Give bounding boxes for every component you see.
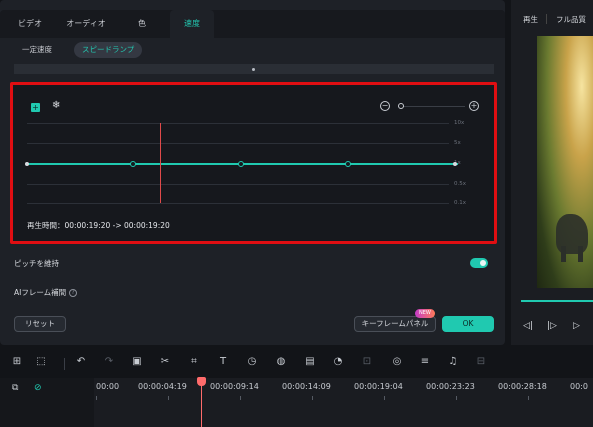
color-icon[interactable]: ◍ [274, 356, 288, 367]
track-manager-icon[interactable]: ⧉ [12, 383, 18, 393]
layout-icon[interactable]: ⊞ [10, 356, 24, 367]
cut-icon[interactable]: ✂ [158, 356, 172, 367]
gridline [27, 143, 449, 144]
adjust-icon[interactable]: ≡ [418, 356, 432, 367]
mask-icon[interactable]: ◎ [390, 356, 404, 367]
zoom-slider-track[interactable] [401, 106, 465, 107]
maintain-pitch-toggle[interactable] [470, 258, 488, 268]
speed-point-end[interactable] [453, 162, 457, 166]
timestamp: 00:00:19:04 [354, 382, 403, 391]
new-badge: NEW [415, 309, 435, 318]
play-icon[interactable]: ▷ [573, 321, 580, 331]
gridline [27, 203, 449, 204]
previous-frame-icon[interactable]: ◁| [523, 321, 533, 331]
speed-point-start[interactable] [25, 162, 29, 166]
reset-button[interactable]: リセット [14, 316, 66, 332]
select-icon[interactable]: ⬚ [34, 356, 48, 367]
link-icon[interactable]: ⊘ [34, 383, 42, 393]
tab-video[interactable]: ビデオ [6, 10, 54, 38]
ruler-tick [384, 396, 385, 400]
ruler-tick [456, 396, 457, 400]
tab-full-quality[interactable]: フル品質 [556, 14, 586, 25]
speed-point[interactable] [130, 161, 136, 167]
ruler-tick [96, 396, 97, 400]
speed-ramp-graph[interactable]: + ❄ − + 10x 5x 1x 0.5x 0.1x 再生時間：00:00:1… [10, 82, 497, 244]
speed-label-5x: 5x [454, 140, 461, 146]
gridline [27, 123, 449, 124]
gridline [27, 184, 449, 185]
tab-color[interactable]: 色 [120, 10, 164, 38]
stabilize-icon[interactable]: ⊡ [360, 356, 374, 367]
ruler-tick [168, 396, 169, 400]
preview-tab-divider [546, 14, 547, 24]
speed-point[interactable] [238, 161, 244, 167]
ok-button[interactable]: OK [442, 316, 494, 332]
more-icon[interactable]: ⊟ [474, 356, 488, 367]
timestamp: 00:00 [96, 382, 120, 391]
ai-frame-interpolation-row: AIフレーム補間? [14, 287, 78, 298]
ruler-tick [312, 396, 313, 400]
speed-icon[interactable]: ◷ [245, 356, 259, 367]
zoom-out-icon[interactable]: − [380, 101, 390, 111]
duration-readout: 再生時間：00:00:19:20 -> 00:00:19:20 [27, 220, 170, 231]
keyframe-panel-button[interactable]: キーフレームパネル [354, 316, 436, 332]
timestamp: 00:00:09:14 [210, 382, 259, 391]
speed-label-10x: 10x [454, 120, 465, 126]
ruler-tick [528, 396, 529, 400]
help-icon[interactable]: ? [69, 289, 78, 297]
timestamp: 00:00:28:18 [498, 382, 547, 391]
timer-icon[interactable]: ◔ [331, 356, 345, 367]
crop-zoom-icon[interactable]: ▤ [303, 356, 317, 367]
video-subject [561, 246, 566, 262]
preview-progress-fill[interactable] [521, 300, 593, 302]
ruler-tick [240, 396, 241, 400]
edit-toolbar [0, 350, 593, 378]
subtab-speed-ramp[interactable]: スピードランプ [74, 42, 143, 58]
text-icon[interactable]: T [216, 356, 230, 367]
subtab-constant-speed[interactable]: 一定速度 [14, 42, 60, 58]
next-frame-icon[interactable]: |▷ [547, 321, 557, 331]
delete-icon[interactable]: ▣ [130, 356, 144, 367]
maintain-pitch-label: ピッチを維持 [14, 259, 59, 268]
graph-playhead[interactable] [160, 123, 161, 203]
ai-frame-interpolation-label: AIフレーム補間 [14, 288, 67, 297]
crop-icon[interactable]: ⌗ [187, 356, 201, 367]
redo-icon[interactable]: ↷ [102, 356, 116, 367]
speed-point[interactable] [345, 161, 351, 167]
freeze-frame-icon[interactable]: ❄ [52, 100, 60, 111]
video-subject [578, 246, 583, 262]
speed-label-0.1x: 0.1x [454, 200, 467, 206]
timestamp: 00:00:04:19 [138, 382, 187, 391]
duration-value: 00:00:19:20 -> 00:00:19:20 [64, 221, 170, 230]
speed-label-0.5x: 0.5x [454, 181, 467, 187]
audio-icon[interactable]: ♫ [446, 356, 460, 367]
timestamp: 00:0 [570, 382, 588, 391]
tab-speed[interactable]: 速度 [170, 10, 214, 38]
tab-audio[interactable]: オーディオ [56, 10, 116, 38]
zoom-in-icon[interactable]: + [469, 101, 479, 111]
timeline-playhead[interactable] [201, 384, 202, 427]
zoom-slider-handle[interactable] [398, 103, 404, 109]
strip-handle[interactable] [252, 68, 255, 71]
add-keyframe-button[interactable]: + [31, 103, 40, 112]
timestamp: 00:00:23:23 [426, 382, 475, 391]
tab-playback[interactable]: 再生 [523, 14, 538, 25]
property-tabs: ビデオ オーディオ 色 速度 [0, 10, 505, 38]
toolbar-divider [64, 358, 65, 370]
duration-label: 再生時間： [27, 221, 65, 230]
timestamp: 00:00:14:09 [282, 382, 331, 391]
undo-icon[interactable]: ↶ [74, 356, 88, 367]
